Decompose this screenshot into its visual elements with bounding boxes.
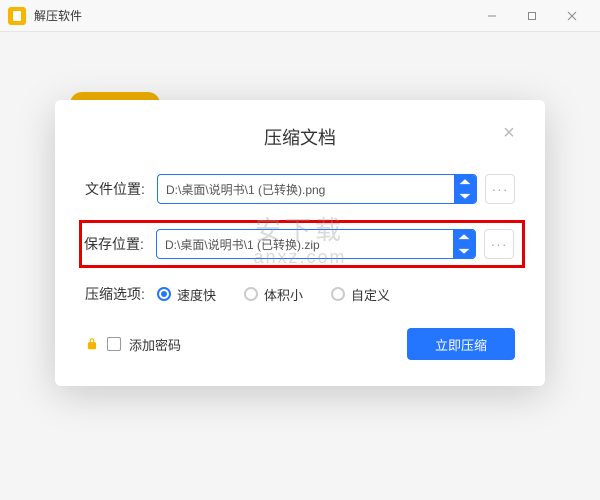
highlight-annotation: 保存位置: D:\桌面\说明书\1 (已转换).zip ···: [79, 220, 525, 268]
option-fast-label: 速度快: [177, 285, 216, 304]
dialog-title: 压缩文档: [85, 124, 515, 150]
maximize-button[interactable]: [512, 0, 552, 32]
save-location-value: D:\桌面\说明书\1 (已转换).zip: [165, 236, 320, 253]
save-browse-button[interactable]: ···: [484, 229, 514, 259]
minimize-button[interactable]: [472, 0, 512, 32]
radio-icon: [244, 287, 258, 301]
radio-icon: [157, 287, 171, 301]
dialog-close-button[interactable]: ×: [497, 122, 521, 146]
save-location-input[interactable]: D:\桌面\说明书\1 (已转换).zip: [156, 229, 476, 259]
close-button[interactable]: [552, 0, 592, 32]
compress-options-row: 压缩选项: 速度快 体积小 自定义: [85, 284, 515, 304]
option-fast-radio[interactable]: 速度快: [157, 285, 216, 304]
dialog-footer: 添加密码 立即压缩: [85, 328, 515, 360]
file-location-label: 文件位置:: [85, 179, 157, 199]
option-custom-label: 自定义: [351, 285, 390, 304]
option-custom-radio[interactable]: 自定义: [331, 285, 390, 304]
save-location-row: 保存位置: D:\桌面\说明书\1 (已转换).zip ···: [84, 229, 514, 259]
file-location-row: 文件位置: D:\桌面\说明书\1 (已转换).png ···: [85, 174, 515, 204]
password-label: 添加密码: [129, 335, 181, 354]
stepper-icon[interactable]: [453, 230, 475, 258]
app-icon: [8, 7, 26, 25]
password-checkbox[interactable]: [107, 337, 121, 351]
file-location-value: D:\桌面\说明书\1 (已转换).png: [166, 181, 325, 198]
option-small-radio[interactable]: 体积小: [244, 285, 303, 304]
window-controls: [472, 0, 592, 32]
save-location-label: 保存位置:: [84, 234, 156, 254]
option-small-label: 体积小: [264, 285, 303, 304]
compress-button[interactable]: 立即压缩: [407, 328, 515, 360]
file-browse-button[interactable]: ···: [485, 174, 515, 204]
radio-icon: [331, 287, 345, 301]
options-label: 压缩选项:: [85, 284, 157, 304]
stepper-icon[interactable]: [454, 175, 476, 203]
window-title: 解压软件: [34, 7, 472, 24]
titlebar: 解压软件: [0, 0, 600, 32]
compress-dialog: 压缩文档 × 文件位置: D:\桌面\说明书\1 (已转换).png ··· 保…: [55, 100, 545, 386]
lock-icon: [85, 337, 99, 351]
dialog-header: 压缩文档 ×: [85, 124, 515, 150]
password-option[interactable]: 添加密码: [85, 335, 181, 354]
file-location-input[interactable]: D:\桌面\说明书\1 (已转换).png: [157, 174, 477, 204]
